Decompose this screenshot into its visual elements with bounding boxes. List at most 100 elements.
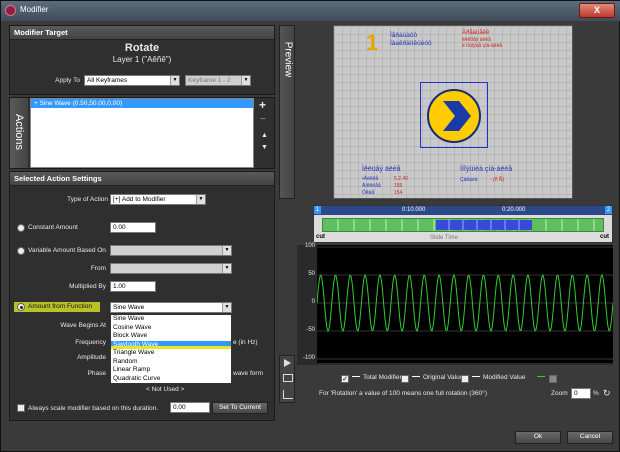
amount-from-function-radio[interactable]	[17, 303, 25, 311]
text-top-right-3: ë íìüíÿüå çíà-àëèå	[462, 43, 503, 49]
close-button[interactable]: X	[579, 3, 615, 18]
cut-left-label[interactable]: cut	[316, 234, 325, 240]
ok-button[interactable]: Ok	[515, 431, 561, 444]
start-marker[interactable]: 1	[314, 206, 321, 214]
chevron-down-icon: ▼	[196, 195, 205, 204]
graph-legend: ✓ Total Modifier Original Value Modified…	[297, 373, 613, 385]
play-icon[interactable]	[284, 359, 291, 367]
text-top-left-2: Ìàaêðàìíêüèóô	[390, 40, 432, 47]
phase-label: Phase	[87, 370, 106, 377]
function-option[interactable]: Quadratic Curve	[111, 375, 231, 384]
modified-value-checkbox[interactable]	[461, 375, 469, 383]
always-scale-input[interactable]: 0.00	[170, 402, 210, 413]
total-modifier-label: Total Modifier	[363, 374, 402, 381]
slide-number: 1	[366, 30, 379, 55]
end-marker[interactable]: 2	[605, 206, 612, 214]
actions-tab[interactable]: Actions	[10, 98, 28, 168]
preview-tab-label: Preview	[282, 41, 294, 78]
app-icon	[5, 5, 16, 16]
function-option[interactable]: Random	[111, 358, 231, 367]
function-value: Sine Wave	[113, 304, 145, 311]
cancel-button[interactable]: Cancel	[567, 431, 613, 444]
actions-panel: Actions + Sine Wave (0.50,50.00,0.00) + …	[9, 97, 275, 169]
text-bottom-left-val2: 155	[394, 183, 403, 189]
add-action-button[interactable]: +	[259, 98, 266, 112]
from-select[interactable]: ▼	[110, 263, 232, 274]
timeline[interactable]: 1 2 0:10.000 0:20.000 cut cut Slide Time	[313, 205, 613, 243]
text-bottom-left-row2: Àíêêëåå	[362, 183, 381, 189]
apply-to-select[interactable]: All Keyframes ▼	[84, 75, 180, 86]
type-of-action-label: Type of Action	[67, 196, 108, 203]
graph-info-text: For 'Rotation' a value of 100 means one …	[319, 390, 488, 397]
text-bottom-left-val1: 5.2.40	[394, 176, 408, 182]
graph-tool-icon[interactable]	[283, 390, 293, 399]
total-modifier-checkbox[interactable]: ✓	[341, 375, 349, 383]
action-item[interactable]: + Sine Wave (0.50,50.00,0.00)	[31, 99, 253, 108]
selection-box[interactable]	[420, 82, 488, 148]
function-select[interactable]: Sine Wave ▼	[110, 302, 232, 313]
action-settings-panel: Selected Action Settings Type of Action …	[9, 171, 275, 421]
not-used-label: < Not Used >	[146, 386, 185, 393]
chevron-down-icon: ▼	[222, 264, 231, 273]
chevron-right-icon	[443, 101, 471, 131]
from-label: From	[90, 265, 106, 272]
zoom-input[interactable]: 0	[571, 388, 591, 399]
zoom-unit: %	[593, 390, 599, 397]
always-scale-checkbox[interactable]	[17, 404, 25, 412]
function-option[interactable]: Block Wave	[111, 332, 231, 341]
preview-canvas[interactable]: 1 Ìåðàüàôô Ìàaêðàìíêüèóô Àðåàüåêê ëêêðåý…	[333, 25, 573, 199]
function-option[interactable]: Triangle Wave	[111, 349, 231, 358]
function-option[interactable]: Linear Ramp	[111, 366, 231, 375]
multiplied-by-label: Multiplied By	[69, 283, 106, 290]
keyframe-value: Keyframe 1 - 2	[188, 77, 231, 84]
function-dropdown[interactable]: Sine Wave Cosine Wave Block Wave Sawtoot…	[110, 314, 232, 384]
text-bottom-left-row3: Óêàå	[362, 190, 375, 196]
cut-right-label[interactable]: cut	[600, 234, 609, 240]
window-title: Modifier	[20, 5, 49, 14]
y-tick-50: 50	[308, 271, 315, 277]
timeline-ruler	[314, 206, 612, 215]
title-bar: Modifier X	[1, 1, 620, 21]
refresh-icon[interactable]: ↻	[603, 388, 611, 399]
time-label-1: 0:10.000	[402, 207, 426, 213]
function-option-highlighted[interactable]: Sawtooth Wave	[111, 340, 231, 349]
apply-to-label: Apply To	[55, 77, 80, 84]
move-down-button[interactable]: ▼	[261, 144, 268, 151]
extra-checkbox[interactable]	[549, 375, 557, 383]
y-tick-minus50: -50	[306, 327, 315, 333]
text-bottom-right-sub: Çàêàèà	[460, 177, 478, 183]
remove-action-button[interactable]: −	[260, 114, 266, 125]
variable-amount-select[interactable]: ▼	[110, 245, 232, 256]
sine-graph[interactable]	[317, 245, 613, 363]
modified-value-swatch	[472, 376, 480, 377]
function-option[interactable]: Sine Wave	[111, 315, 231, 324]
actions-list[interactable]: + Sine Wave (0.50,50.00,0.00)	[30, 98, 254, 168]
original-value-checkbox[interactable]	[401, 375, 409, 383]
multiplied-by-input[interactable]: 1.00	[110, 281, 156, 292]
constant-amount-input[interactable]: 0.00	[110, 222, 156, 233]
y-tick-minus100: -100	[302, 355, 315, 361]
set-to-current-button[interactable]: Set To Current	[212, 402, 268, 414]
text-top-left-1: Ìåðàüàôô	[390, 32, 418, 39]
chevron-down-icon: ▼	[170, 76, 179, 85]
constant-amount-radio[interactable]	[17, 224, 25, 232]
keyframe-select[interactable]: Keyframe 1 - 2 ▼	[185, 75, 251, 86]
type-of-action-select[interactable]: [+] Add to Modifier ▼	[110, 194, 206, 205]
apply-to-value: All Keyframes	[87, 77, 128, 84]
y-tick-0: 0	[311, 299, 315, 305]
constant-amount-label: Constant Amount	[28, 224, 78, 231]
tool-icon[interactable]	[283, 374, 293, 382]
arrow-logo	[427, 89, 481, 143]
chevron-down-icon: ▼	[222, 303, 231, 312]
move-up-button[interactable]: ▲	[261, 132, 268, 139]
modified-value-label: Modified Value	[483, 374, 526, 381]
text-bottom-left-title: Ìêëüåý äëèå	[362, 166, 401, 173]
graph-panel[interactable]: 100 50 0 -50 -100	[297, 243, 613, 365]
preview-tab[interactable]: Preview	[279, 25, 295, 199]
actions-tab-label: Actions	[13, 113, 25, 151]
function-option[interactable]: Cosine Wave	[111, 324, 231, 333]
variable-amount-radio[interactable]	[17, 247, 25, 255]
keyframe-track-blue[interactable]	[436, 220, 532, 230]
modifier-target-header: Modifier Target	[10, 26, 274, 40]
frequency-suffix: e (in Hz)	[233, 339, 258, 346]
